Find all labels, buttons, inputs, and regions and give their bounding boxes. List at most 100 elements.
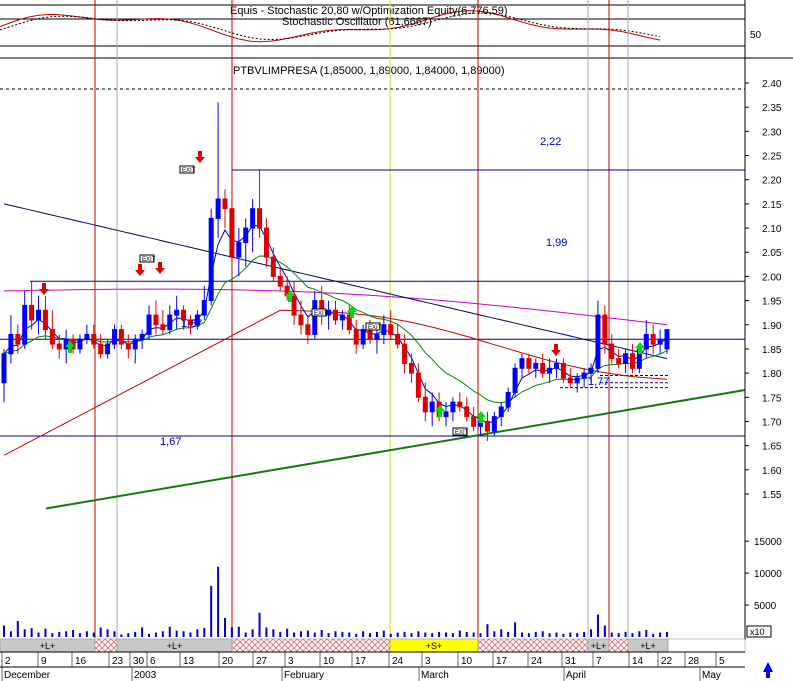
candle-body — [339, 314, 345, 321]
candle-body — [270, 256, 276, 277]
stochastic-axis-label: 50 — [750, 30, 762, 41]
volume-bar — [182, 631, 185, 637]
volume-bar — [389, 633, 392, 637]
level-label-187: 1,87 — [181, 318, 202, 330]
volume-bar — [514, 622, 517, 637]
phase-label: +L+ — [167, 641, 183, 651]
candle-body — [429, 401, 435, 413]
candle-body — [374, 333, 380, 340]
volume-bar — [30, 628, 33, 637]
volume-bar — [603, 625, 606, 637]
candle-body — [629, 353, 635, 369]
candle-body — [29, 304, 35, 321]
volume-bar — [92, 632, 95, 637]
candle-body — [84, 333, 90, 340]
volume-bar — [500, 629, 503, 637]
level-label-177: 1,77 — [588, 376, 609, 388]
date-tick-label: 10 — [323, 656, 335, 667]
candle-body — [305, 324, 311, 335]
price-tick-label: 1.75 — [762, 393, 782, 404]
candle-body — [491, 416, 497, 432]
candle-body — [49, 329, 55, 345]
candle-body — [229, 208, 235, 258]
volume-bar — [334, 631, 337, 637]
month-label: March — [421, 670, 449, 681]
price-tick-label: 1.95 — [762, 297, 782, 308]
month-label: February — [284, 670, 324, 681]
volume-bar — [327, 633, 330, 637]
volume-bar — [196, 629, 199, 637]
volume-bar — [23, 629, 26, 637]
volume-tick-label: 15000 — [754, 537, 782, 548]
date-tick-label: 13 — [183, 656, 195, 667]
volume-bar — [265, 627, 268, 637]
volume-bar — [548, 633, 551, 637]
candle-body — [201, 300, 207, 316]
candle-body — [450, 401, 456, 413]
candle-body — [8, 333, 14, 355]
candle-body — [643, 333, 649, 350]
volume-bar — [472, 632, 475, 637]
volume-bar — [134, 631, 137, 637]
candle-body — [146, 314, 152, 335]
volume-bar — [479, 633, 482, 637]
volume-bar — [9, 631, 12, 637]
candle-body — [595, 314, 601, 369]
candle-body — [132, 338, 138, 350]
price-tick-label: 2.40 — [762, 79, 782, 90]
candle-body — [36, 309, 42, 321]
candle-body — [498, 406, 504, 418]
date-tick-label: 24 — [392, 656, 404, 667]
volume-bar — [438, 631, 441, 637]
date-tick-label: 16 — [75, 656, 87, 667]
volume-bar — [369, 633, 372, 637]
candle-body — [15, 333, 21, 345]
phase-label: +S+ — [426, 641, 443, 651]
candle-body — [360, 329, 366, 345]
volume-bar — [306, 630, 309, 637]
volume-bar — [78, 633, 81, 637]
phase-segment — [231, 638, 391, 653]
volume-bar — [37, 632, 40, 637]
volume-bar — [175, 630, 178, 637]
volume-bar — [382, 630, 385, 637]
candle-body — [1, 353, 7, 384]
candle-body — [381, 324, 387, 335]
phase-segment — [608, 638, 629, 653]
candle-body — [602, 314, 608, 345]
exit-tag-label: EXIT — [314, 311, 328, 317]
volume-bar — [410, 633, 413, 637]
volume-bar — [286, 628, 289, 637]
volume-bar — [583, 631, 586, 637]
volume-tick-label: 10000 — [754, 569, 782, 580]
volume-bar — [534, 631, 537, 637]
volume-bar — [154, 632, 157, 637]
phase-segment — [94, 638, 118, 653]
volume-bar — [272, 629, 275, 637]
volume-bar — [431, 633, 434, 637]
level-label-222: 2,22 — [540, 136, 561, 148]
candle-body — [222, 198, 228, 210]
date-tick-label: 3 — [425, 656, 431, 667]
candle-body — [471, 416, 477, 427]
volume-bar — [313, 632, 316, 637]
volume-bar — [3, 625, 5, 637]
month-label: May — [702, 670, 721, 681]
candle-body — [118, 329, 124, 345]
price-tick-label: 2.30 — [762, 127, 782, 138]
candle-body — [623, 353, 629, 364]
stock-chart: Equis - Stochastic 20,80 w/Optimization … — [0, 0, 793, 681]
price-tick-label: 2.05 — [762, 248, 782, 259]
volume-bar — [58, 631, 61, 637]
volume-bar — [569, 632, 572, 637]
volume-bar — [51, 633, 54, 637]
date-tick-label: 28 — [688, 656, 700, 667]
volume-bar — [520, 632, 523, 637]
volume-bar — [590, 629, 593, 637]
volume-bar — [224, 617, 226, 637]
date-tick-label: 9 — [41, 656, 47, 667]
month-label: December — [4, 670, 51, 681]
volume-bar — [624, 631, 627, 637]
volume-bar — [486, 624, 489, 637]
candle-body — [664, 329, 670, 350]
